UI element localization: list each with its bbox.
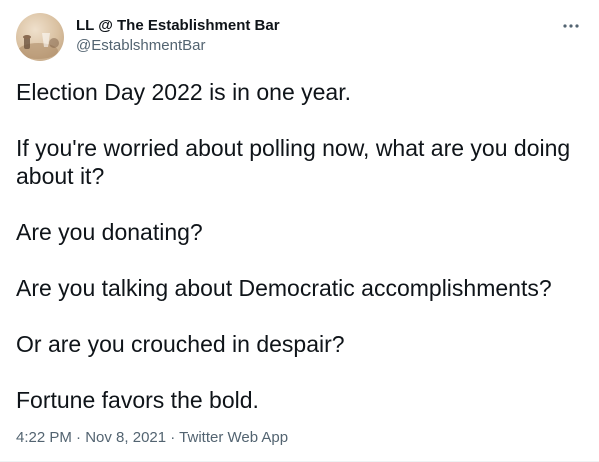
tweet-paragraph: Fortune favors the bold.	[16, 387, 259, 413]
tweet-card: LL @ The Establishment Bar @Establshment…	[0, 0, 599, 462]
tweet-paragraph: Or are you crouched in despair?	[16, 331, 345, 357]
author-names: LL @ The Establishment Bar @Establshment…	[76, 16, 280, 56]
tweet-paragraph: Election Day 2022 is in one year.	[16, 79, 351, 105]
avatar[interactable]	[16, 13, 64, 61]
avatar-image	[18, 33, 59, 59]
tweet-time[interactable]: 4:22 PM	[16, 429, 72, 446]
author-handle[interactable]: @EstablshmentBar	[76, 36, 280, 56]
tweet-source[interactable]: Twitter Web App	[179, 429, 288, 446]
more-options-button[interactable]	[559, 16, 583, 36]
meta-separator: ·	[71, 429, 86, 446]
more-horizontal-icon	[563, 24, 579, 28]
tweet-paragraph: Are you donating?	[16, 219, 203, 245]
tweet-metadata: 4:22 PM · Nov 8, 2021 · Twitter Web App	[16, 428, 288, 448]
author-display-name[interactable]: LL @ The Establishment Bar	[76, 16, 280, 36]
tweet-header: LL @ The Establishment Bar @Establshment…	[16, 12, 583, 62]
tweet-paragraph: Are you talking about Democratic accompl…	[16, 275, 552, 301]
meta-separator: ·	[166, 429, 180, 446]
tweet-date[interactable]: Nov 8, 2021	[85, 429, 166, 446]
tweet-text: Election Day 2022 is in one year. If you…	[16, 78, 583, 414]
tweet-paragraph: If you're worried about polling now, wha…	[16, 135, 571, 189]
